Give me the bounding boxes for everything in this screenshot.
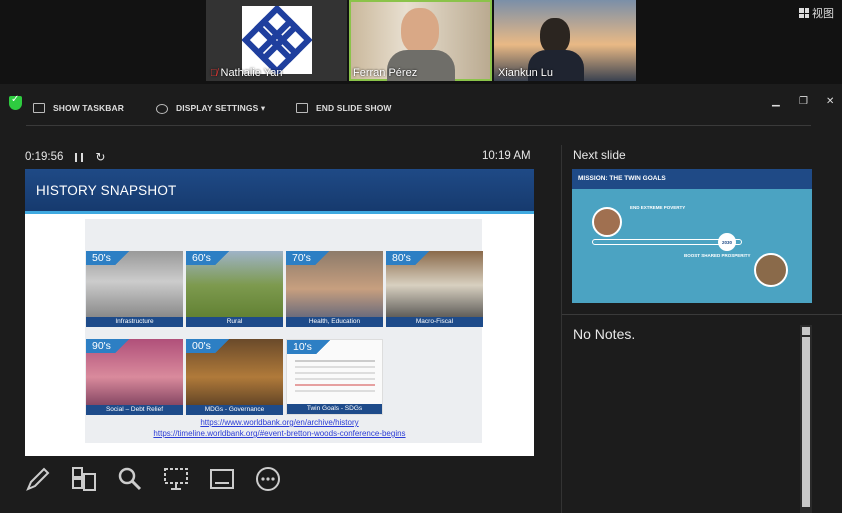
show-taskbar-button[interactable]: SHOW TASKBAR — [33, 103, 124, 113]
participant-tile-3[interactable]: Xiankun Lu — [494, 0, 636, 81]
notes-divider — [562, 314, 842, 315]
participant-name: Ferran Pérez — [353, 67, 418, 79]
taskbar-icon — [33, 103, 45, 113]
video-strip: 🎙̸ Nathalie Yan Ferran Pérez Xiankun Lu … — [0, 0, 842, 84]
tile-00s: 00's MDGs - Governance — [186, 339, 283, 415]
goal2-label: BOOST SHARED PROSPERITY — [684, 253, 751, 258]
tile-10s: 10's Twin Goals - SDGs — [286, 339, 383, 415]
mic-muted-icon: 🎙̸ — [210, 67, 218, 79]
participant-name: Xiankun Lu — [498, 67, 554, 79]
next-slide-title: MISSION: THE TWIN GOALS — [572, 169, 812, 189]
participant-avatar-logo — [241, 4, 313, 76]
pen-tool-icon[interactable] — [25, 466, 51, 492]
end-slide-show-button[interactable]: END SLIDE SHOW — [296, 103, 392, 113]
slideshow-toolbar: SHOW TASKBAR DISPLAY SETTINGS ▾ END SLID… — [0, 94, 842, 124]
goal1-photo — [592, 207, 622, 237]
end-show-icon — [296, 103, 308, 113]
minimize-button[interactable]: ▁ — [772, 96, 780, 107]
tile-80s: 80's Macro-Fiscal — [386, 251, 483, 327]
view-button[interactable]: 视图 — [799, 5, 834, 21]
pause-icon[interactable] — [75, 152, 84, 162]
tile-70s: 70's Health, Education — [286, 251, 383, 327]
participant-tile-2[interactable]: Ferran Pérez — [349, 0, 492, 81]
display-settings-icon — [156, 103, 168, 114]
black-screen-icon[interactable] — [163, 466, 189, 492]
current-slide[interactable]: HISTORY SNAPSHOT 50's Infrastructure 60'… — [25, 169, 534, 456]
scroll-thumb[interactable] — [802, 337, 810, 507]
participant-name: 🎙̸ Nathalie Yan — [210, 67, 283, 79]
slide-title: HISTORY SNAPSHOT — [36, 183, 177, 198]
toolbar-divider — [26, 125, 811, 126]
next-slide-label: Next slide — [573, 148, 626, 162]
shield-icon — [9, 94, 22, 110]
history-link[interactable]: https://www.worldbank.org/en/archive/his… — [25, 417, 534, 428]
slideshow-timer: 0:19:56 ↻ — [25, 150, 105, 164]
speaker-notes: No Notes. — [573, 326, 636, 342]
see-all-slides-icon[interactable] — [71, 466, 97, 492]
display-settings-button[interactable]: DISPLAY SETTINGS ▾ — [156, 103, 265, 114]
slide-links: https://www.worldbank.org/en/archive/his… — [25, 417, 534, 439]
tile-90s: 90's Social – Debt Relief — [86, 339, 183, 415]
goal2-photo — [754, 253, 788, 287]
close-button[interactable]: ✕ — [826, 96, 834, 107]
knot-logo-icon — [241, 4, 313, 76]
scroll-up-arrow-icon[interactable] — [802, 327, 810, 335]
goal1-label: END EXTREME POVERTY — [630, 205, 686, 210]
zoom-icon[interactable] — [117, 466, 143, 492]
presenter-tools — [25, 464, 281, 494]
participant-face — [401, 8, 439, 54]
elapsed-time: 0:19:56 — [25, 151, 64, 163]
presenter-view: 🎙̸ Nathalie Yan Ferran Pérez Xiankun Lu … — [0, 0, 842, 513]
panel-divider — [561, 145, 562, 513]
tile-50s: 50's Infrastructure — [86, 251, 183, 327]
history-image-panel: 50's Infrastructure 60's Rural 70's Heal… — [85, 219, 483, 443]
tile-60s: 60's Rural — [186, 251, 283, 327]
participant-face — [540, 18, 570, 54]
subtitles-icon[interactable] — [209, 466, 235, 492]
grid-view-icon — [799, 8, 809, 18]
next-slide-preview[interactable]: MISSION: THE TWIN GOALS END EXTREME POVE… — [572, 169, 812, 303]
participant-tile-1[interactable]: 🎙̸ Nathalie Yan — [206, 0, 347, 81]
current-time: 10:19 AM — [482, 150, 531, 162]
restart-timer-icon[interactable]: ↻ — [95, 150, 105, 164]
timeline-link[interactable]: https://timeline.worldbank.org/#event-br… — [25, 428, 534, 439]
notes-scrollbar[interactable] — [800, 325, 812, 513]
document-lines — [295, 360, 375, 362]
goal-badge: 2030 — [718, 233, 736, 251]
more-options-icon[interactable] — [255, 466, 281, 492]
restore-button[interactable]: ❐ — [799, 96, 808, 107]
